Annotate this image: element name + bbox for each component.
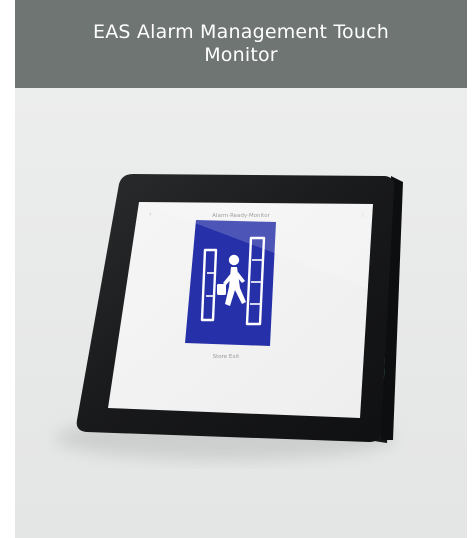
product-card[interactable]: EAS Alarm Management Touch Monitor Alarm… — [15, 0, 467, 538]
product-title: EAS Alarm Management Touch Monitor — [93, 21, 389, 66]
touch-monitor-illustration: Alarm·Ready·Monitor ‹ ⋮ Store Exit — [55, 174, 403, 460]
screen-caption-text: Store Exit — [213, 354, 241, 360]
screen-back-icon[interactable]: ‹ — [149, 211, 151, 218]
product-image[interactable]: Alarm·Ready·Monitor ‹ ⋮ Store Exit — [15, 88, 467, 538]
product-card-header: EAS Alarm Management Touch Monitor — [15, 0, 467, 88]
